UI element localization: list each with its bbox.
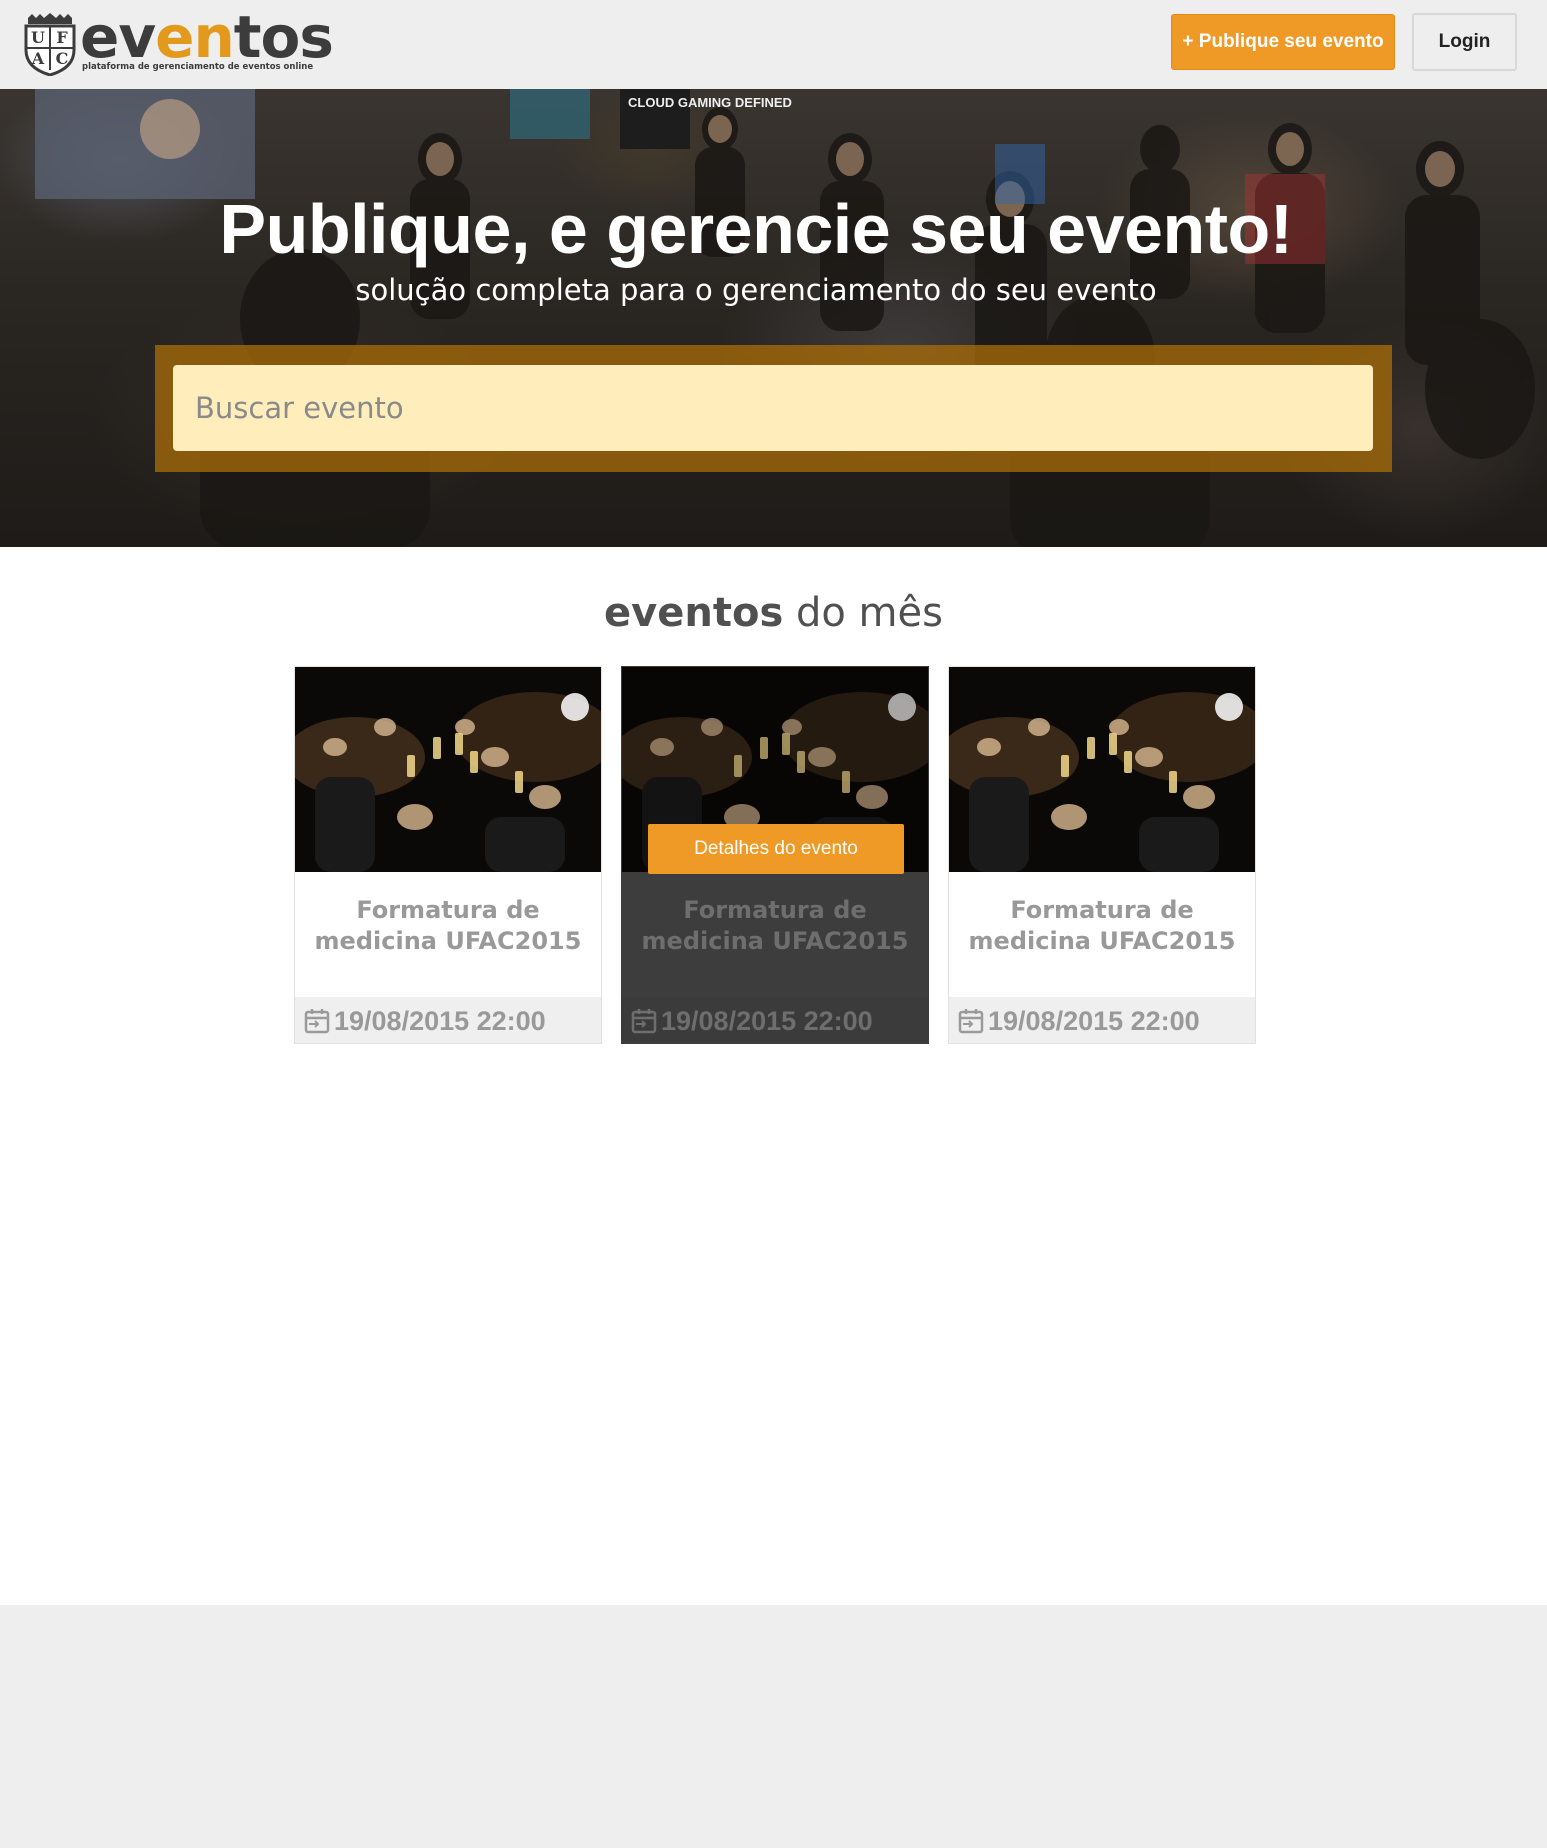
event-date: 19/08/2015 22:00	[661, 1005, 873, 1036]
login-button[interactable]: Login	[1412, 13, 1517, 71]
event-date-bar: 19/08/2015 22:00	[949, 997, 1255, 1043]
event-date-bar: 19/08/2015 22:00	[295, 997, 601, 1043]
crowd-background-image: CLOUD GAMING DEFINED	[35, 89, 1535, 547]
svg-text:U: U	[31, 28, 45, 47]
event-photo	[949, 667, 1255, 872]
event-name: Formatura de medicina UFAC2015	[641, 896, 909, 955]
svg-text:C: C	[56, 49, 69, 68]
calendar-icon	[958, 1009, 984, 1034]
event-card[interactable]: Detalhes do evento Formatura de medicina …	[621, 666, 929, 1044]
event-card[interactable]: Formatura de medicina UFAC2015 19/08/2015…	[948, 666, 1256, 1044]
event-card[interactable]: Formatura de medicina UFAC2015 19/08/2015…	[294, 666, 602, 1044]
event-date-bar: 19/08/2015 22:00	[622, 997, 928, 1043]
hero-title: Publique, e gerencie seu evento!	[219, 190, 1293, 268]
svg-text:F: F	[56, 28, 68, 47]
site-logo[interactable]: U F A C eventos plataforma de gerenciame…	[22, 4, 334, 76]
calendar-icon	[631, 1009, 657, 1034]
event-date: 19/08/2015 22:00	[988, 1005, 1200, 1036]
event-name: Formatura de medicina UFAC2015	[314, 896, 582, 955]
event-details-button[interactable]: Detalhes do evento	[648, 824, 904, 874]
svg-text:A: A	[31, 49, 45, 68]
events-section-title: eventos do mês	[604, 590, 943, 636]
publish-event-button[interactable]: + Publique seu evento	[1171, 14, 1395, 70]
crest-logo-icon: U F A C	[24, 13, 76, 76]
hero-banner: CLOUD GAMING DEFINED Publique, e gerenci…	[0, 89, 1547, 547]
event-photo	[295, 667, 601, 872]
event-name: Formatura de medicina UFAC2015	[968, 896, 1236, 955]
top-navbar: U F A C eventos plataforma de gerenciame…	[0, 0, 1547, 89]
logo-tagline: plataforma de gerenciamento de eventos o…	[82, 62, 314, 72]
event-date: 19/08/2015 22:00	[334, 1005, 546, 1036]
calendar-icon	[304, 1009, 330, 1034]
svg-text:CLOUD GAMING DEFINED: CLOUD GAMING DEFINED	[628, 95, 792, 110]
logo-wordmark: eventos	[80, 3, 334, 71]
search-event-input[interactable]	[173, 365, 1373, 451]
page-footer	[0, 1605, 1547, 1848]
hero-subtitle: solução completa para o gerenciamento do…	[355, 273, 1157, 307]
search-container	[155, 345, 1392, 472]
